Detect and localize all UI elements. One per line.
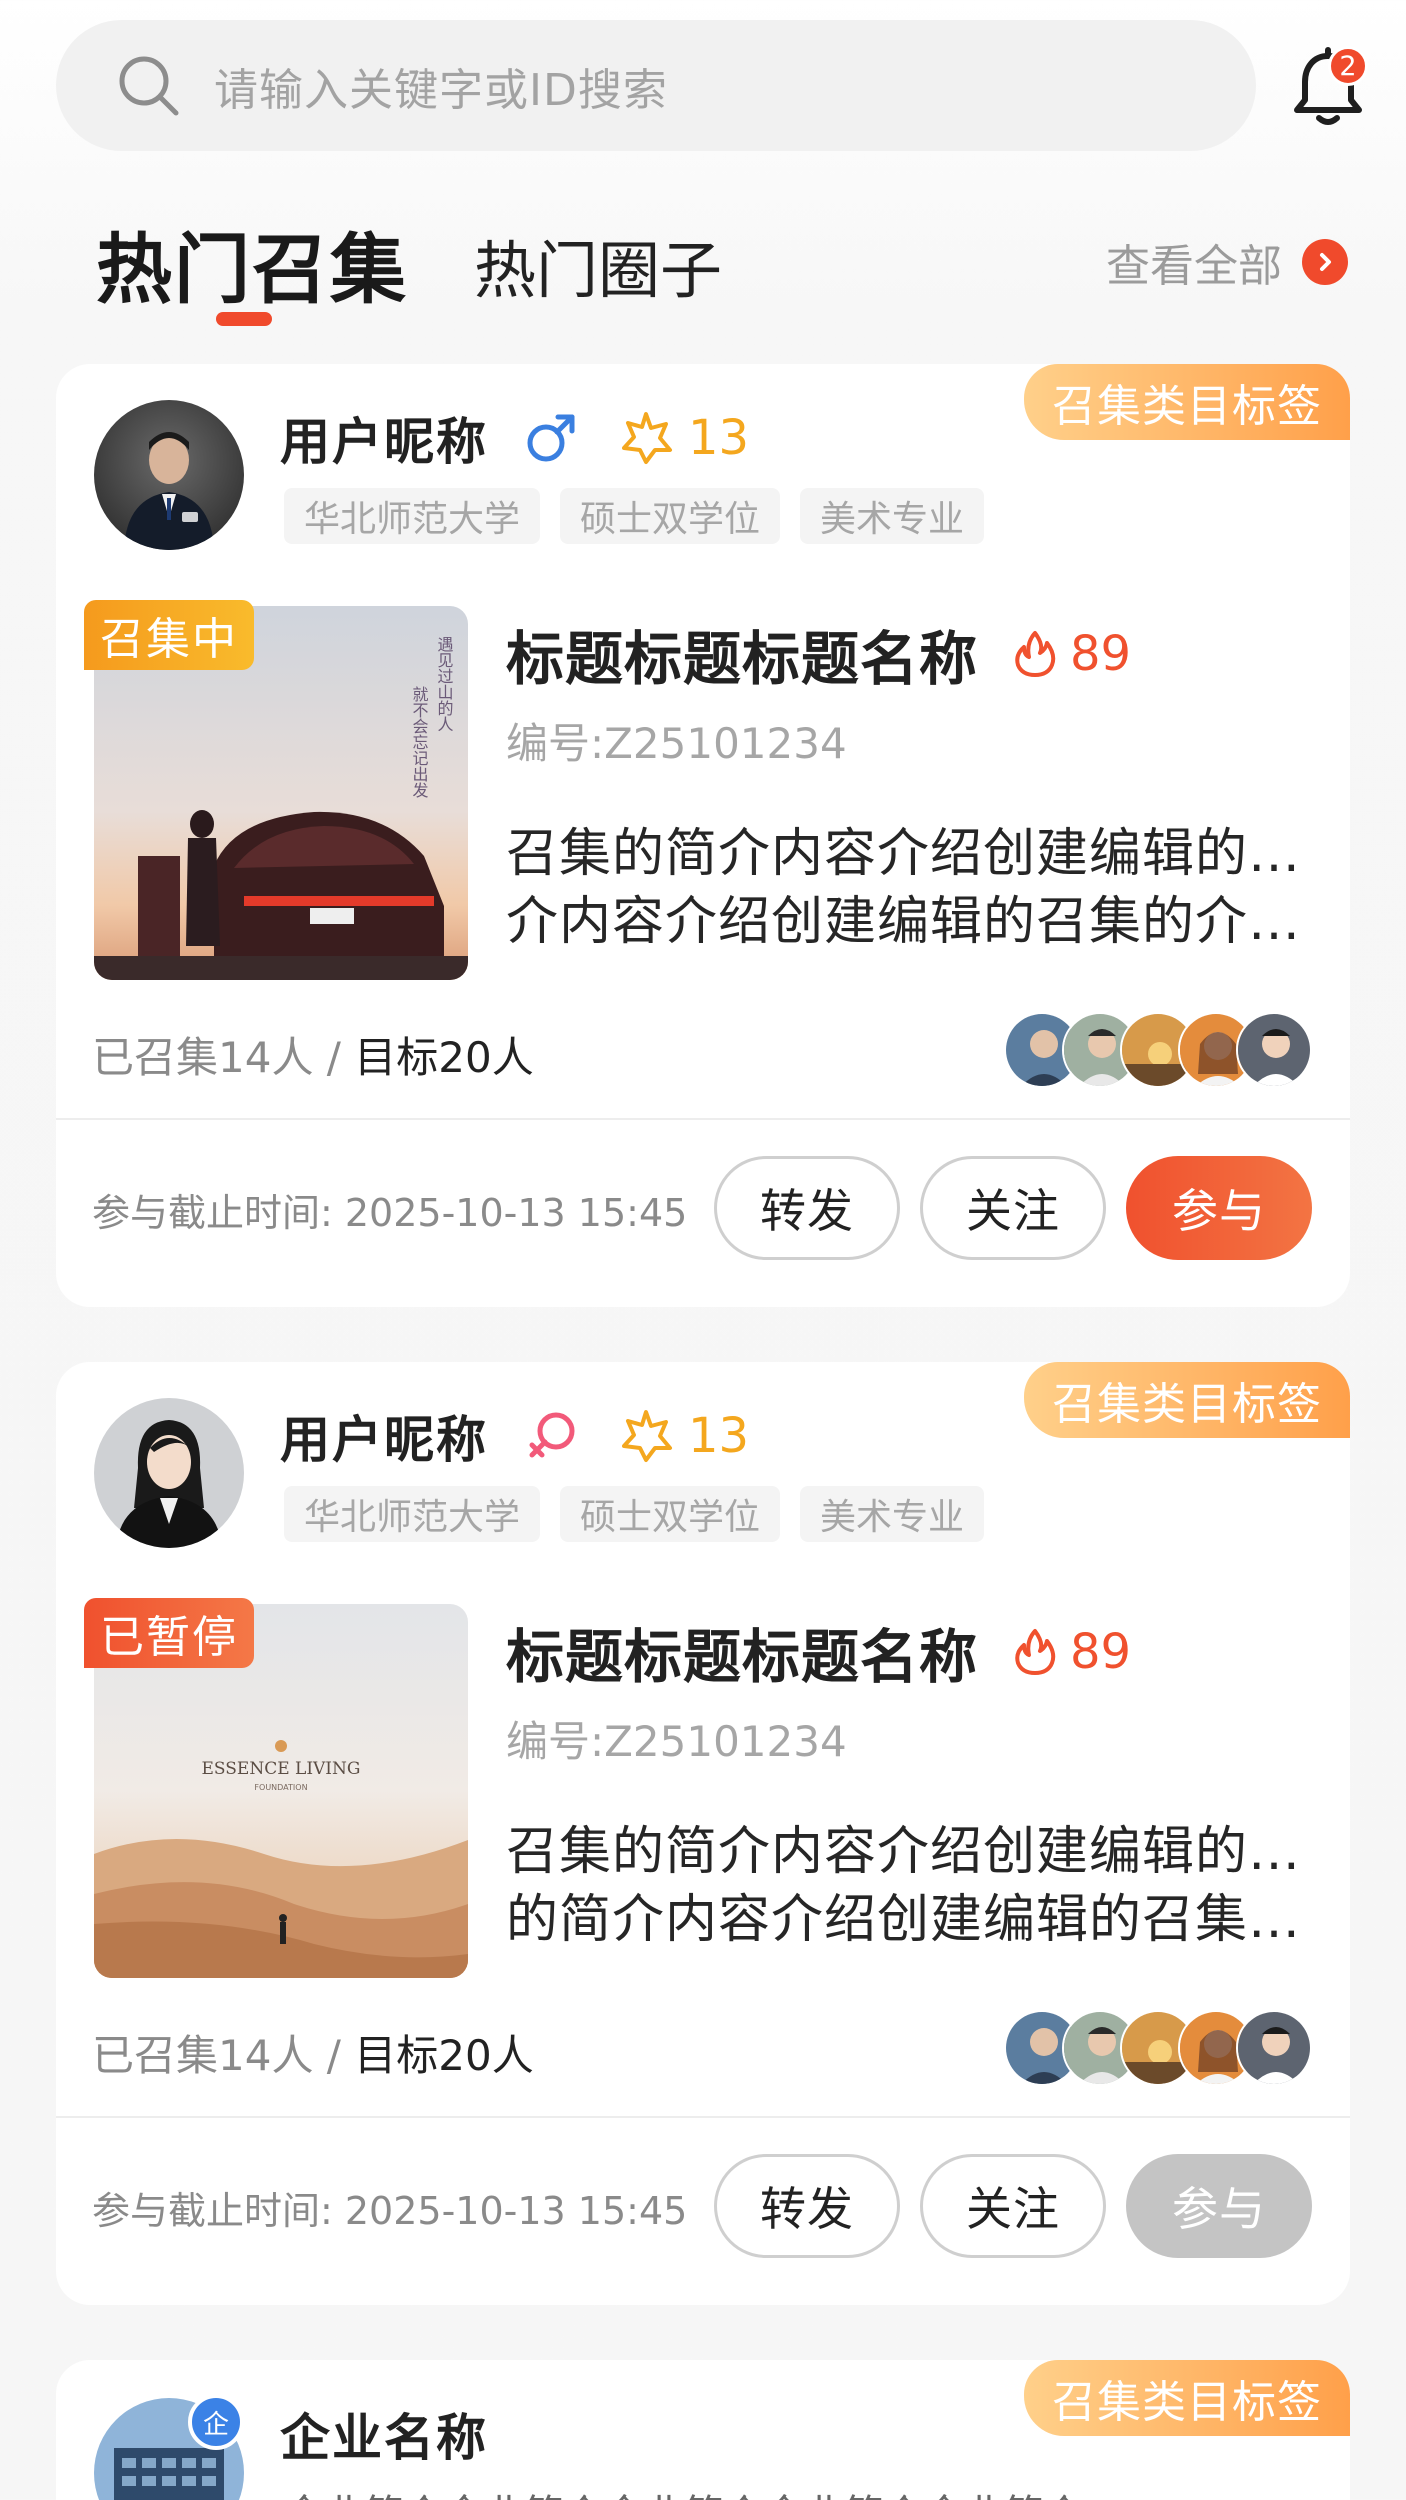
join-button[interactable]: 参与 (1126, 1156, 1312, 1260)
gathering-intro: 召集的简介内容介绍创建编辑的召集 介内容介绍创建编辑的召集的介内... (506, 820, 1312, 956)
category-tag: 召集类目标签 (1024, 2360, 1350, 2436)
view-all-label: 查看全部 (1106, 241, 1282, 292)
avatar[interactable] (94, 400, 244, 550)
chevron-right-icon (1302, 239, 1348, 285)
gathering-title[interactable]: 标题标题标题名称 (506, 612, 978, 696)
company-verified-badge: 企 (188, 2394, 244, 2450)
fire-icon (1015, 1629, 1056, 1675)
fire-icon (1015, 631, 1056, 677)
status-badge: 已暂停 (84, 1598, 254, 1668)
notification-badge: 2 (1328, 46, 1368, 86)
title-row: 标题标题标题名称 89 (506, 614, 1131, 694)
follow-button[interactable]: 关注 (920, 1156, 1106, 1260)
title-row: 标题标题标题名称 89 (506, 1612, 1131, 1692)
svg-text:FOUNDATION: FOUNDATION (254, 1783, 307, 1792)
user-tag: 硕士双学位 (560, 1486, 781, 1542)
company-intro: 企业简介企业简介企业简介企业简介企业简介 (284, 2482, 1284, 2500)
svg-text:就不会忘记出发: 就不会忘记出发 (410, 686, 429, 798)
badge-icon (622, 1410, 672, 1462)
user-nickname[interactable]: 用户昵称 (280, 402, 488, 474)
badge-count: 13 (688, 1408, 750, 1464)
search-icon (119, 56, 179, 115)
intro-line: 的简介内容介绍创建编辑的召集的... (506, 1890, 1312, 1950)
company-info-row: 企业名称 (280, 2396, 488, 2472)
search-bar[interactable]: 请输入关键字或ID搜索 (56, 20, 1256, 151)
user-tag: 华北师范大学 (284, 1486, 541, 1542)
user-tag: 华北师范大学 (284, 488, 541, 544)
target-count: 目标20人 (354, 1033, 534, 1082)
user-tags: 华北师范大学 硕士双学位 美术专业 (284, 1486, 1004, 1542)
participant-avatar (1236, 1012, 1312, 1088)
gathering-progress: 已召集14人 / 目标20人 (92, 2022, 534, 2083)
gathering-card[interactable]: 召集类目标签 用户昵称 13 华北师范大学 硕士双学位 美术专业 (56, 364, 1350, 1307)
tab-active-indicator (216, 312, 272, 326)
search-input[interactable]: 请输入关键字或ID搜索 (214, 54, 668, 118)
male-icon (527, 414, 575, 462)
badge-count: 13 (688, 410, 750, 466)
join-button[interactable]: 参与 (1126, 2154, 1312, 2258)
company-card[interactable]: 召集类目标签 企 企业名称 企业简介企业简介企业简介企业简介企业简介 (56, 2360, 1350, 2500)
heat-count: 89 (1070, 1624, 1132, 1680)
section-tabs: 热门召集 热门圈子 查看全部 (0, 200, 1406, 340)
forward-button[interactable]: 转发 (714, 2154, 900, 2258)
user-tag: 美术专业 (800, 1486, 985, 1542)
user-tags: 华北师范大学 硕士双学位 美术专业 (284, 488, 1004, 544)
joined-count: 已召集14人 / (92, 2031, 355, 2080)
forward-button[interactable]: 转发 (714, 1156, 900, 1260)
intro-line: 介内容介绍创建编辑的召集的介内... (506, 892, 1312, 952)
view-all-link[interactable]: 查看全部 (1106, 230, 1348, 294)
gathering-title[interactable]: 标题标题标题名称 (506, 1610, 978, 1694)
category-tag: 召集类目标签 (1024, 364, 1350, 440)
card-divider (56, 1118, 1350, 1120)
user-tag: 美术专业 (800, 488, 985, 544)
intro-line: 召集的简介内容介绍创建编辑的召集 (506, 824, 1312, 884)
deadline-text: 参与截止时间: 2025-10-13 15:45 (92, 2189, 688, 2233)
gathering-card[interactable]: 召集类目标签 用户昵称 13 华北师范大学 硕士双学位 美术专业 (56, 1362, 1350, 2305)
gathering-code: 编号:Z25101234 (506, 719, 847, 768)
gathering-intro: 召集的简介内容介绍创建编辑的召集 的简介内容介绍创建编辑的召集的... (506, 1818, 1312, 1954)
avatar[interactable] (94, 1398, 244, 1548)
tab-hot-gatherings[interactable]: 热门召集 (96, 208, 408, 318)
user-tag: 硕士双学位 (560, 488, 781, 544)
user-info-row: 用户昵称 13 (280, 400, 749, 476)
heat-count: 89 (1070, 626, 1132, 682)
female-icon (529, 1412, 575, 1458)
company-badge-label: 企 (202, 2409, 229, 2440)
participant-avatar (1236, 2010, 1312, 2086)
deadline-text: 参与截止时间: 2025-10-13 15:45 (92, 1191, 688, 1235)
user-info-row: 用户昵称 13 (280, 1398, 749, 1474)
svg-text:遇见过山的人: 遇见过山的人 (435, 636, 454, 732)
category-tag: 召集类目标签 (1024, 1362, 1350, 1438)
svg-text:ESSENCE LIVING: ESSENCE LIVING (202, 1759, 361, 1779)
follow-button[interactable]: 关注 (920, 2154, 1106, 2258)
target-count: 目标20人 (354, 2031, 534, 2080)
participant-avatars[interactable] (1004, 2010, 1312, 2086)
status-badge: 召集中 (84, 600, 254, 670)
company-name[interactable]: 企业名称 (280, 2398, 488, 2470)
user-nickname[interactable]: 用户昵称 (280, 1400, 488, 1472)
card-divider (56, 2116, 1350, 2118)
gathering-code: 编号:Z25101234 (506, 1717, 847, 1766)
gathering-progress: 已召集14人 / 目标20人 (92, 1024, 534, 1085)
intro-line: 召集的简介内容介绍创建编辑的召集 (506, 1822, 1312, 1882)
participant-avatars[interactable] (1004, 1012, 1312, 1088)
joined-count: 已召集14人 / (92, 1033, 355, 1082)
tab-hot-circles[interactable]: 热门圈子 (474, 220, 722, 310)
badge-icon (622, 412, 672, 464)
